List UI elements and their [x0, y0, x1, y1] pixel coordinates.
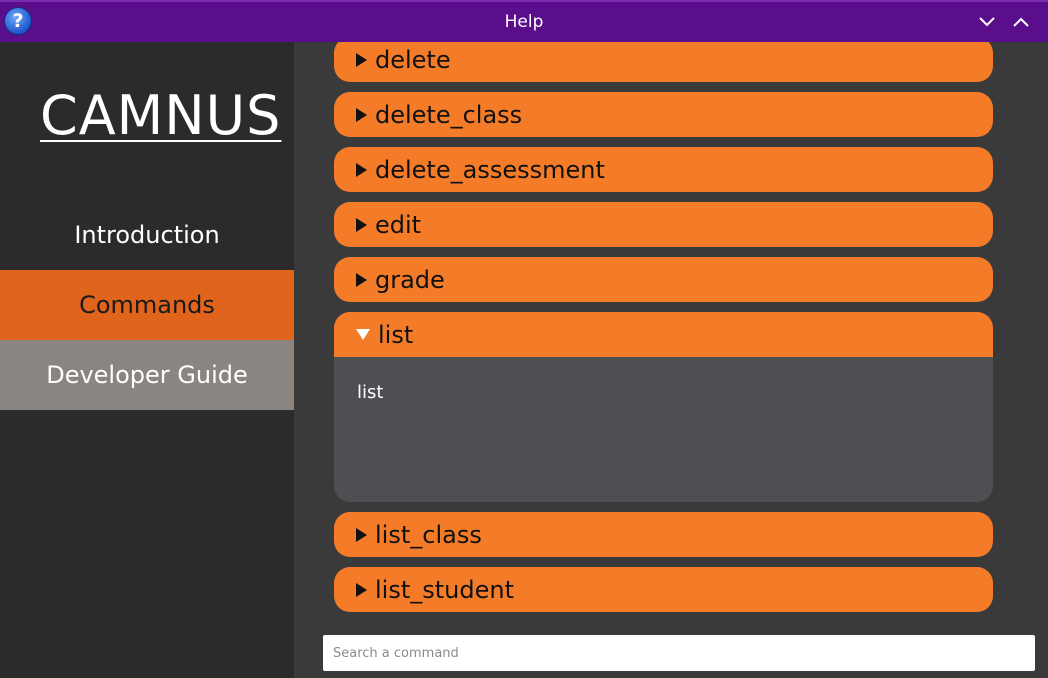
command-label: delete	[375, 45, 451, 74]
expand-arrow-icon	[356, 52, 367, 67]
command-description: list	[357, 382, 384, 403]
search-input[interactable]	[323, 635, 1035, 671]
sidebar-item-developer-guide[interactable]: Developer Guide	[0, 340, 294, 410]
command-item-edit[interactable]: edit	[334, 202, 993, 247]
window-title: Help	[504, 12, 544, 32]
command-item-list-expanded: list list	[334, 312, 993, 502]
expand-arrow-icon	[356, 162, 367, 177]
command-label: list_class	[375, 520, 482, 549]
expand-arrow-icon	[356, 217, 367, 232]
sidebar: CAMNUS Introduction Commands Developer G…	[0, 42, 294, 678]
command-label: delete_class	[375, 100, 523, 129]
commands-panel: delete delete_class delete_assessment ed…	[294, 42, 1048, 678]
command-item-delete-assessment[interactable]: delete_assessment	[334, 147, 993, 192]
command-label: grade	[375, 265, 445, 294]
chevron-up-icon	[1013, 17, 1029, 27]
command-item-list[interactable]: list	[334, 312, 993, 357]
command-label: list_student	[375, 575, 514, 604]
command-label: list	[378, 320, 414, 349]
collapse-arrow-icon	[356, 329, 370, 340]
command-item-delete[interactable]: delete	[334, 42, 993, 82]
expand-arrow-icon	[356, 527, 367, 542]
expand-arrow-icon	[356, 582, 367, 597]
command-item-list-student[interactable]: list_student	[334, 567, 993, 612]
maximize-button[interactable]	[1009, 10, 1033, 34]
command-item-list-class[interactable]: list_class	[334, 512, 993, 557]
app-logo: CAMNUS	[40, 84, 282, 147]
command-label: delete_assessment	[375, 155, 605, 184]
command-item-delete-class[interactable]: delete_class	[334, 92, 993, 137]
expand-arrow-icon	[356, 272, 367, 287]
sidebar-item-introduction[interactable]: Introduction	[0, 200, 294, 270]
command-label: edit	[375, 210, 422, 239]
command-item-grade[interactable]: grade	[334, 257, 993, 302]
sidebar-item-commands[interactable]: Commands	[0, 270, 294, 340]
chevron-down-icon	[979, 17, 995, 27]
expand-arrow-icon	[356, 107, 367, 122]
window-titlebar: ? Help	[0, 0, 1048, 42]
minimize-button[interactable]	[975, 10, 999, 34]
